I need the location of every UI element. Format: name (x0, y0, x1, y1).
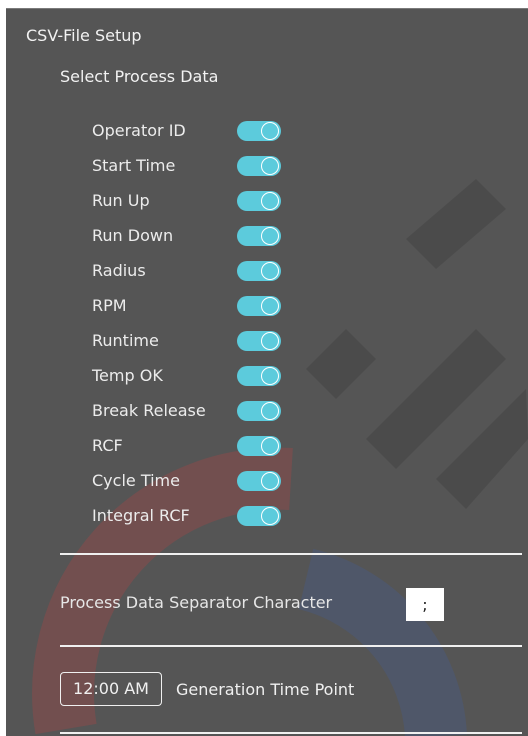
toggle-label: Start Time (92, 156, 176, 175)
toggle-row-run-down: Run Down (92, 225, 292, 260)
toggle-label: Runtime (92, 331, 159, 350)
toggle-knob (261, 402, 279, 420)
rcf-toggle[interactable] (237, 436, 281, 456)
toggle-label: Temp OK (92, 366, 163, 385)
toggle-knob (261, 472, 279, 490)
generation-time-label: Generation Time Point (176, 680, 355, 699)
separator-character-input[interactable] (406, 588, 444, 621)
csv-file-setup-panel: CSV-File Setup Select Process Data Opera… (6, 8, 528, 736)
toggle-label: Break Release (92, 401, 206, 420)
panel-title: CSV-File Setup (26, 26, 142, 45)
toggle-row-break-release: Break Release (92, 400, 292, 435)
toggle-row-start-time: Start Time (92, 155, 292, 190)
toggle-row-cycle-time: Cycle Time (92, 470, 292, 505)
toggle-label: Cycle Time (92, 471, 180, 490)
rpm-toggle[interactable] (237, 296, 281, 316)
toggle-knob (261, 437, 279, 455)
toggle-label: Run Up (92, 191, 150, 210)
toggle-knob (261, 297, 279, 315)
toggle-row-run-up: Run Up (92, 190, 292, 225)
toggle-row-integral-rcf: Integral RCF (92, 505, 292, 540)
run-up-toggle[interactable] (237, 191, 281, 211)
toggle-label: Operator ID (92, 121, 186, 140)
toggle-knob (261, 367, 279, 385)
radius-toggle[interactable] (237, 261, 281, 281)
start-time-toggle[interactable] (237, 156, 281, 176)
toggle-row-runtime: Runtime (92, 330, 292, 365)
toggle-row-rpm: RPM (92, 295, 292, 330)
integral-rcf-toggle[interactable] (237, 506, 281, 526)
toggle-knob (261, 332, 279, 350)
toggle-label: RCF (92, 436, 123, 455)
toggle-label: Integral RCF (92, 506, 190, 525)
toggle-row-operator-id: Operator ID (92, 120, 292, 155)
toggle-row-rcf: RCF (92, 435, 292, 470)
toggle-row-temp-ok: Temp OK (92, 365, 292, 400)
toggle-knob (261, 122, 279, 140)
toggle-knob (261, 192, 279, 210)
section-subtitle: Select Process Data (60, 67, 219, 86)
toggle-knob (261, 262, 279, 280)
toggle-knob (261, 507, 279, 525)
toggle-knob (261, 157, 279, 175)
toggle-row-radius: Radius (92, 260, 292, 295)
break-release-toggle[interactable] (237, 401, 281, 421)
divider (60, 553, 522, 555)
runtime-toggle[interactable] (237, 331, 281, 351)
generation-time-input[interactable]: 12:00 AM (60, 672, 162, 706)
temp-ok-toggle[interactable] (237, 366, 281, 386)
separator-label: Process Data Separator Character (60, 593, 333, 612)
process-data-toggle-list: Operator ID Start Time Run Up Run Down R… (92, 120, 292, 540)
divider (60, 645, 522, 647)
toggle-knob (261, 227, 279, 245)
divider (60, 732, 522, 734)
run-down-toggle[interactable] (237, 226, 281, 246)
toggle-label: Run Down (92, 226, 174, 245)
cycle-time-toggle[interactable] (237, 471, 281, 491)
operator-id-toggle[interactable] (237, 121, 281, 141)
toggle-label: Radius (92, 261, 146, 280)
toggle-label: RPM (92, 296, 127, 315)
